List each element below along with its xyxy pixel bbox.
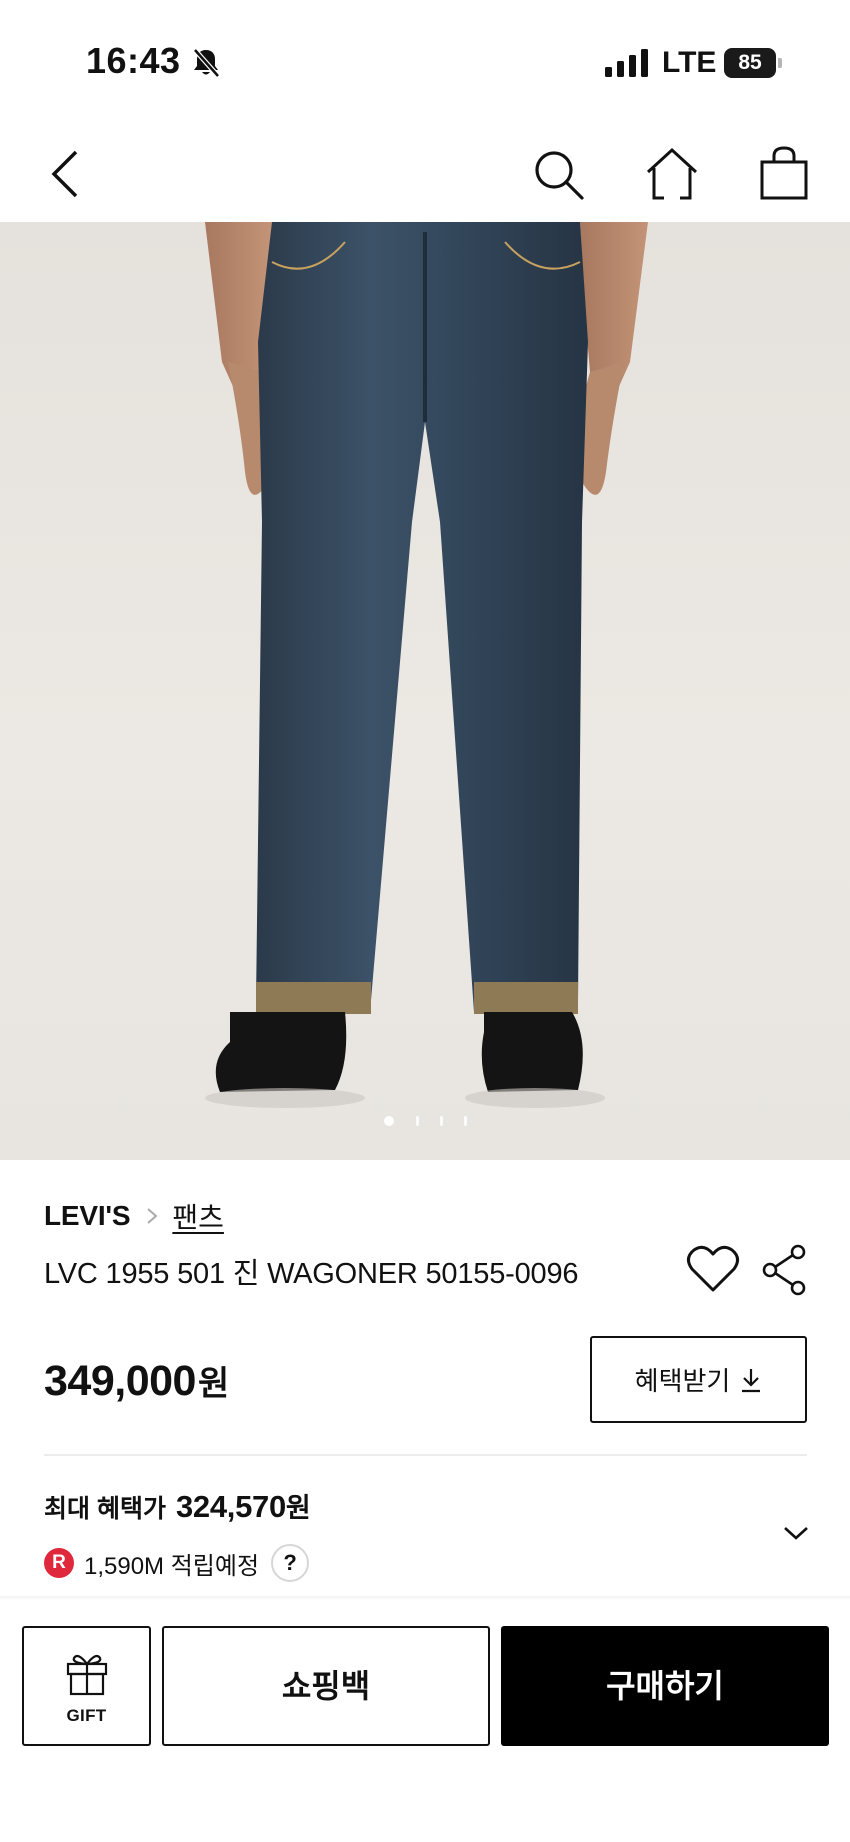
max-benefit-price: 324,570원 (175, 1489, 311, 1524)
chevron-down-icon[interactable] (782, 1522, 810, 1544)
buy-now-button[interactable]: 구매하기 (501, 1626, 829, 1746)
download-icon (742, 1368, 761, 1392)
home-icon[interactable] (644, 146, 700, 202)
top-nav (0, 110, 850, 222)
points-row: R 1,590M 적립예정 ? (44, 1544, 310, 1582)
price-row: 349,000 원 (44, 1356, 229, 1406)
pagination-dot[interactable] (440, 1116, 443, 1126)
shopping-bag-icon[interactable] (756, 146, 812, 202)
get-benefit-label: 혜택받기 (634, 1366, 731, 1396)
gift-label: GIFT (66, 1706, 107, 1725)
help-icon[interactable]: ? (271, 1544, 310, 1582)
product-image[interactable] (0, 222, 850, 1160)
breadcrumb: LEVI'S 팬츠 (44, 1196, 224, 1236)
gift-button[interactable]: GIFT (22, 1626, 151, 1746)
battery-icon: 85 (724, 48, 782, 78)
points-text: 1,590M 적립예정 (84, 1552, 260, 1580)
gallery-pagination (0, 1116, 850, 1128)
status-time: 16:43 (86, 40, 181, 81)
get-benefit-button[interactable]: 혜택받기 (590, 1336, 807, 1423)
points-badge-icon: R (44, 1548, 74, 1578)
bottom-bar-divider (0, 1596, 850, 1600)
price-currency: 원 (197, 1365, 230, 1403)
heart-icon[interactable] (686, 1244, 740, 1294)
pagination-dot[interactable] (416, 1116, 419, 1126)
share-icon[interactable] (762, 1244, 808, 1296)
status-bar: 16:43 LTE 85 (0, 0, 850, 110)
max-benefit-row[interactable]: 최대 혜택가 324,570원 (44, 1486, 311, 1525)
bell-muted-icon (193, 48, 220, 78)
product-price: 349,000 (44, 1357, 196, 1405)
divider (44, 1454, 807, 1456)
chevron-right-icon (147, 1208, 158, 1224)
brand-link[interactable]: LEVI'S (44, 1200, 131, 1232)
back-icon[interactable] (38, 146, 94, 202)
add-to-bag-button[interactable]: 쇼핑백 (162, 1626, 490, 1746)
gift-icon (66, 1654, 108, 1696)
category-link[interactable]: 팬츠 (172, 1196, 224, 1236)
pagination-dot-active[interactable] (384, 1116, 394, 1126)
network-label: LTE (662, 46, 717, 79)
product-photo (205, 222, 648, 1108)
signal-icon (605, 49, 648, 77)
search-icon[interactable] (530, 146, 586, 202)
product-title: LVC 1955 501 진 WAGONER 50155-0096 (44, 1258, 579, 1290)
battery-level: 85 (724, 48, 776, 78)
pagination-dot[interactable] (464, 1116, 467, 1126)
max-benefit-label: 최대 혜택가 (44, 1495, 166, 1523)
